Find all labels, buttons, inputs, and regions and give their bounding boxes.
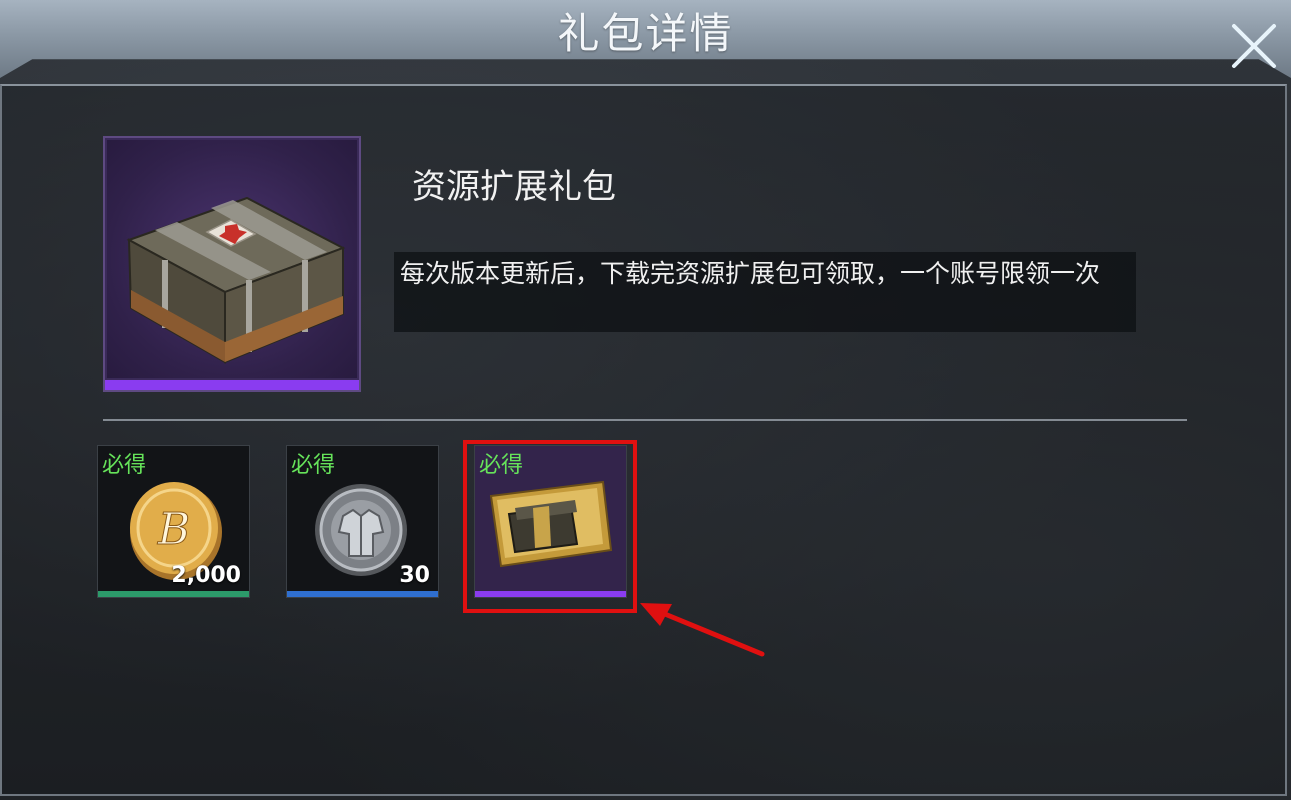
red-arrow-icon bbox=[640, 603, 765, 657]
